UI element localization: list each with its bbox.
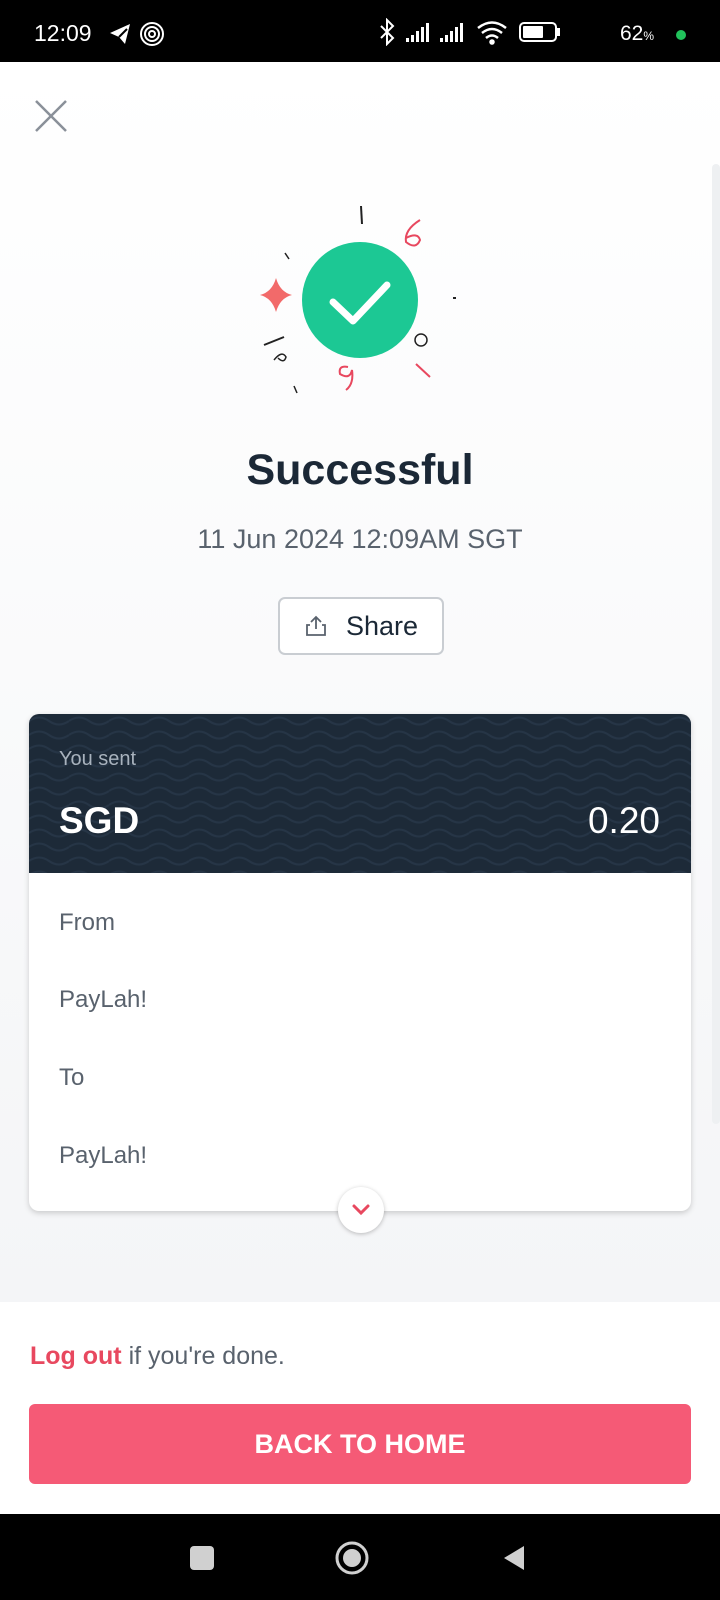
from-account: PayLah! — [59, 986, 148, 1013]
amount-value: 0.20 — [587, 800, 660, 841]
share-button[interactable]: Share — [278, 597, 444, 655]
status-left-icons — [110, 22, 164, 46]
wifi-icon — [477, 21, 507, 45]
logout-link[interactable]: Log out — [30, 1342, 122, 1370]
bluetooth-icon — [380, 18, 395, 46]
you-sent-label: You sent — [59, 748, 137, 770]
transaction-datetime: 11 Jun 2024 12:09AM SGT — [197, 524, 523, 554]
amount-header: You sent SGD 0.20 — [29, 714, 691, 873]
recents-icon[interactable] — [184, 1540, 220, 1576]
wave-pattern — [29, 714, 691, 873]
system-nav-bar — [0, 1514, 720, 1600]
chevron-down-icon — [352, 1204, 370, 1216]
expand-details-button[interactable] — [338, 1187, 384, 1233]
status-bar: 12:09 62% — [0, 0, 720, 62]
status-right-icons — [380, 18, 560, 46]
currency-code: SGD — [59, 800, 140, 841]
receipt-screen: Successful 11 Jun 2024 12:09AM SGT Share… — [0, 62, 720, 1302]
back-to-home-button[interactable]: BACK TO HOME — [29, 1404, 691, 1484]
scrollbar[interactable] — [712, 164, 720, 1124]
telegram-icon — [110, 24, 130, 44]
transaction-card: You sent SGD 0.20 From PayLah! To PayLah… — [29, 714, 691, 1233]
privacy-indicator-dot — [676, 30, 686, 40]
battery-level: 62% — [620, 22, 655, 45]
signal-icon — [406, 23, 463, 42]
sparkle-icon — [260, 278, 292, 312]
success-circle — [302, 242, 418, 358]
from-label: From — [59, 909, 115, 936]
to-account: PayLah! — [59, 1142, 148, 1169]
battery-icon — [519, 22, 560, 42]
success-illustration — [260, 205, 456, 394]
back-icon[interactable] — [496, 1540, 532, 1576]
to-label: To — [59, 1064, 85, 1091]
status-time: 12:09 — [34, 20, 92, 46]
status-title: Successful — [246, 446, 474, 494]
share-label: Share — [345, 610, 419, 641]
hotspot-icon — [140, 22, 164, 46]
home-icon[interactable] — [334, 1540, 370, 1576]
bottom-panel: Log out if you're done. BACK TO HOME — [0, 1302, 720, 1514]
logout-suffix: if you're done. — [121, 1342, 285, 1370]
logout-prompt: Log out if you're done. — [30, 1342, 285, 1371]
close-icon[interactable] — [30, 95, 70, 135]
share-icon — [306, 615, 326, 636]
